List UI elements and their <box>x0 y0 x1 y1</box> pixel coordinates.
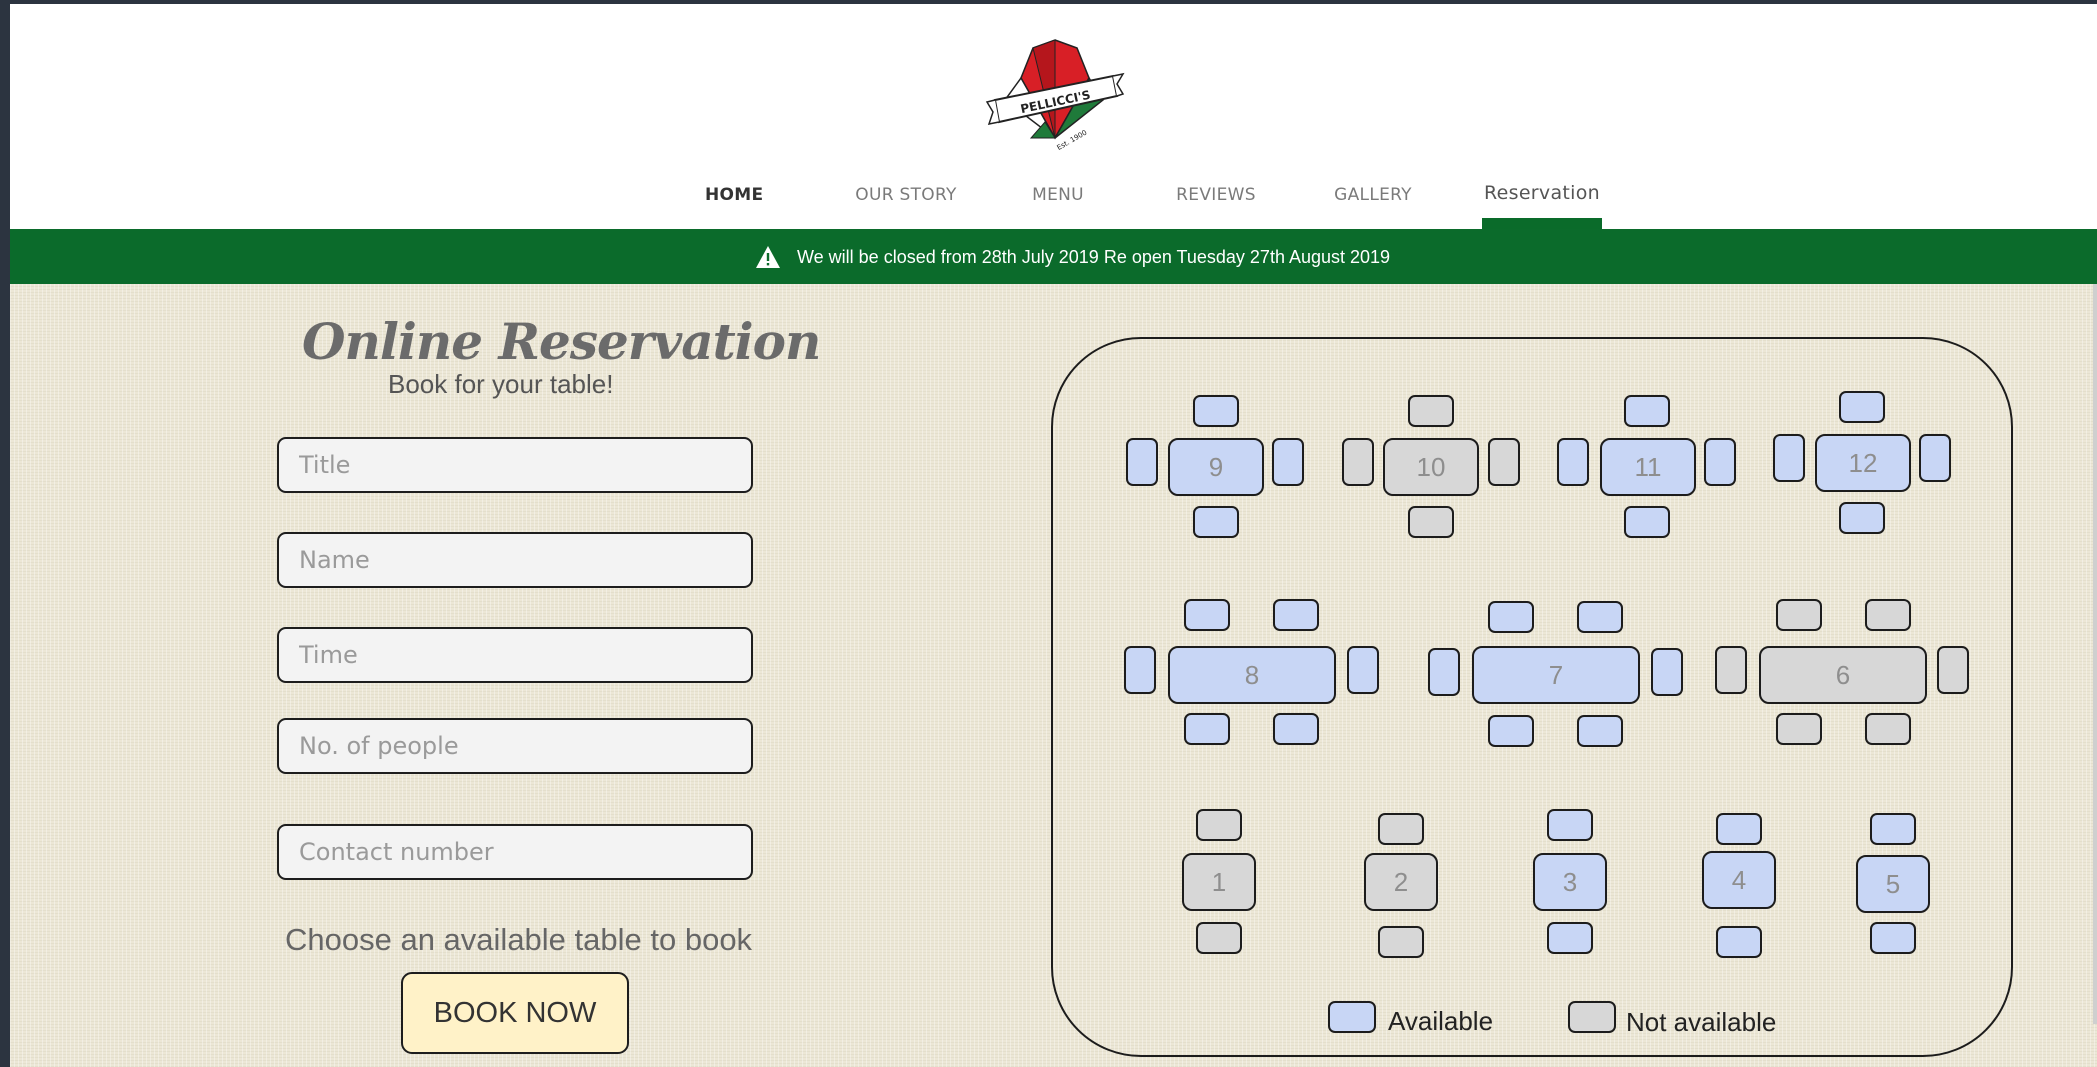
closure-banner: We will be closed from 28th July 2019 Re… <box>10 229 2097 284</box>
chair <box>1428 648 1460 696</box>
chair <box>1126 438 1158 486</box>
chair <box>1547 922 1593 954</box>
chair <box>1577 601 1623 633</box>
chair <box>1408 395 1454 427</box>
chair <box>1839 502 1885 534</box>
chair <box>1347 646 1379 694</box>
book-now-button[interactable]: BOOK NOW <box>401 972 629 1054</box>
legend-available-swatch <box>1328 1001 1376 1033</box>
chair <box>1776 599 1822 631</box>
chair <box>1773 434 1805 482</box>
chair <box>1547 809 1593 841</box>
main-nav: HOME OUR STORY MENU REVIEWS GALLERY Rese… <box>10 172 2097 232</box>
chair <box>1937 646 1969 694</box>
nav-our-story[interactable]: OUR STORY <box>846 172 966 232</box>
table-9[interactable]: 9 <box>1168 438 1264 496</box>
time-input[interactable] <box>277 627 753 683</box>
chair <box>1184 599 1230 631</box>
chair <box>1488 438 1520 486</box>
chair <box>1716 813 1762 845</box>
chair <box>1716 926 1762 958</box>
legend-not-available-swatch <box>1568 1001 1616 1033</box>
site-header: PELLICCI'S Est. 1900 HOME OUR STORY MENU… <box>10 4 2097 232</box>
chair <box>1704 438 1736 486</box>
table-4[interactable]: 4 <box>1702 851 1776 909</box>
chair <box>1577 715 1623 747</box>
chair <box>1124 646 1156 694</box>
contact-number-input[interactable] <box>277 824 753 880</box>
reservation-section: Online Reservation Book for your table! … <box>10 284 2097 1067</box>
warning-triangle-icon <box>756 246 780 268</box>
table-3[interactable]: 3 <box>1533 853 1607 911</box>
table-1: 1 <box>1182 853 1256 911</box>
chair <box>1378 813 1424 845</box>
nav-reviews[interactable]: REVIEWS <box>1168 172 1264 232</box>
name-input[interactable] <box>277 532 753 588</box>
chair <box>1488 715 1534 747</box>
people-input[interactable] <box>277 718 753 774</box>
table-7[interactable]: 7 <box>1472 646 1640 704</box>
chair <box>1919 434 1951 482</box>
chair <box>1273 713 1319 745</box>
chair <box>1624 395 1670 427</box>
scrollbar-edge[interactable] <box>2093 284 2097 1024</box>
chair <box>1378 926 1424 958</box>
table-5[interactable]: 5 <box>1856 855 1930 913</box>
chair <box>1651 648 1683 696</box>
choose-table-text: Choose an available table to book <box>285 922 753 957</box>
table-11[interactable]: 11 <box>1600 438 1696 496</box>
legend-available-label: Available <box>1388 1006 1494 1036</box>
nav-home[interactable]: HOME <box>705 172 763 232</box>
chair <box>1624 506 1670 538</box>
nav-reservation[interactable]: Reservation <box>1482 172 1602 232</box>
legend-not-available-label: Not available <box>1626 1007 1777 1037</box>
chair <box>1408 506 1454 538</box>
chair <box>1557 438 1589 486</box>
chair <box>1272 438 1304 486</box>
chair <box>1196 809 1242 841</box>
chair <box>1193 395 1239 427</box>
nav-gallery[interactable]: GALLERY <box>1328 172 1418 232</box>
chair <box>1870 813 1916 845</box>
chair <box>1196 922 1242 954</box>
table-10: 10 <box>1383 438 1479 496</box>
form-title: Online Reservation <box>302 312 821 371</box>
title-input[interactable] <box>277 437 753 493</box>
chair <box>1273 599 1319 631</box>
chair <box>1488 601 1534 633</box>
chair <box>1193 506 1239 538</box>
chair <box>1839 391 1885 423</box>
pelliccis-logo[interactable]: PELLICCI'S Est. 1900 <box>985 38 1125 158</box>
table-6: 6 <box>1759 646 1927 704</box>
nav-menu[interactable]: MENU <box>1028 172 1088 232</box>
table-2: 2 <box>1364 853 1438 911</box>
chair <box>1865 713 1911 745</box>
table-12[interactable]: 12 <box>1815 434 1911 492</box>
chair <box>1776 713 1822 745</box>
chair <box>1870 922 1916 954</box>
chair <box>1715 646 1747 694</box>
chair <box>1184 713 1230 745</box>
page: PELLICCI'S Est. 1900 HOME OUR STORY MENU… <box>10 4 2097 1067</box>
form-subtitle: Book for your table! <box>388 369 614 399</box>
table-8[interactable]: 8 <box>1168 646 1336 704</box>
banner-text: We will be closed from 28th July 2019 Re… <box>797 246 1391 267</box>
chair <box>1342 438 1374 486</box>
chair <box>1865 599 1911 631</box>
